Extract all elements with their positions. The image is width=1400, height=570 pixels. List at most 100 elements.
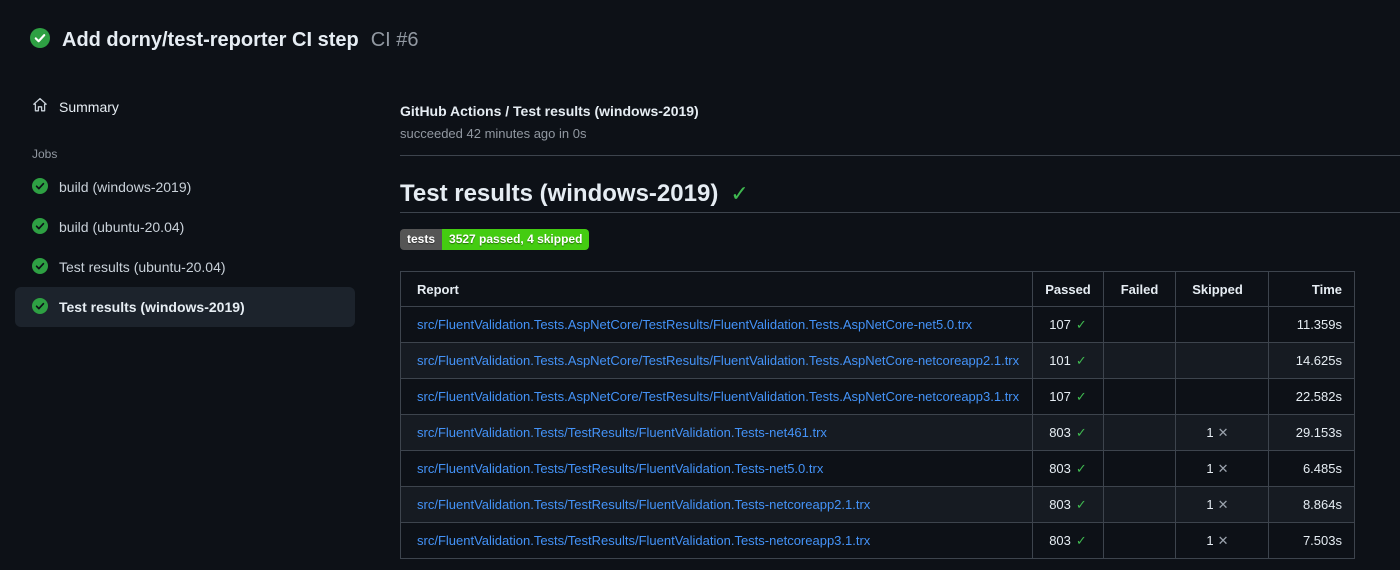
time-cell: 8.864s (1268, 486, 1355, 523)
pass-check-icon: ✓ (1075, 460, 1087, 476)
table-row: src/FluentValidation.Tests.AspNetCore/Te… (400, 306, 1355, 343)
report-cell: src/FluentValidation.Tests/TestResults/F… (400, 450, 1033, 487)
passed-cell: 107 ✓ (1032, 306, 1104, 343)
time-cell: 22.582s (1268, 378, 1355, 415)
report-link[interactable]: src/FluentValidation.Tests.AspNetCore/Te… (417, 353, 1019, 368)
sidebar-summary-label: Summary (59, 98, 119, 115)
failed-cell (1103, 306, 1176, 343)
job-success-icon (32, 217, 48, 237)
heading-check-icon: ✓ (730, 181, 749, 206)
passed-cell: 803 ✓ (1032, 450, 1104, 487)
time-cell: 14.625s (1268, 342, 1355, 379)
column-header-failed: Failed (1103, 271, 1176, 307)
table-row: src/FluentValidation.Tests/TestResults/F… (400, 414, 1355, 451)
pass-check-icon: ✓ (1075, 352, 1087, 368)
failed-cell (1103, 450, 1176, 487)
job-label: build (ubuntu-20.04) (59, 219, 185, 235)
skip-x-icon: ✕ (1217, 424, 1229, 440)
report-cell: src/FluentValidation.Tests.AspNetCore/Te… (400, 342, 1033, 379)
report-cell: src/FluentValidation.Tests.AspNetCore/Te… (400, 306, 1033, 343)
report-link[interactable]: src/FluentValidation.Tests.AspNetCore/Te… (417, 389, 1019, 404)
time-cell: 29.153s (1268, 414, 1355, 451)
report-cell: src/FluentValidation.Tests/TestResults/F… (400, 486, 1033, 523)
results-table-wrap: Report Passed Failed Skipped Time src/Fl… (400, 271, 1355, 559)
check-run-breadcrumb: GitHub Actions / Test results (windows-2… (400, 103, 699, 119)
report-link[interactable]: src/FluentValidation.Tests/TestResults/F… (417, 533, 870, 548)
skipped-cell: 1 ✕ (1175, 486, 1269, 523)
skip-x-icon: ✕ (1217, 460, 1229, 476)
sidebar-job-item[interactable]: build (ubuntu-20.04) (15, 207, 355, 247)
page-heading: Test results (windows-2019) ✓ (400, 180, 749, 208)
table-header-row: Report Passed Failed Skipped Time (400, 271, 1355, 307)
report-cell: src/FluentValidation.Tests/TestResults/F… (400, 522, 1033, 559)
table-row: src/FluentValidation.Tests.AspNetCore/Te… (400, 342, 1355, 379)
pass-check-icon: ✓ (1075, 532, 1087, 548)
job-label: Test results (ubuntu-20.04) (59, 259, 226, 275)
jobs-section-label: Jobs (32, 147, 58, 161)
skip-x-icon: ✕ (1217, 532, 1229, 548)
passed-cell: 803 ✓ (1032, 414, 1104, 451)
report-link[interactable]: src/FluentValidation.Tests/TestResults/F… (417, 497, 870, 512)
run-title: Add dorny/test-reporter CI step (62, 29, 359, 51)
sidebar-job-item[interactable]: build (windows-2019) (15, 167, 355, 207)
time-cell: 11.359s (1268, 306, 1355, 343)
results-table: Report Passed Failed Skipped Time src/Fl… (400, 271, 1355, 559)
tests-badge[interactable]: tests 3527 passed, 4 skipped (400, 229, 590, 250)
pass-check-icon: ✓ (1075, 496, 1087, 512)
pass-check-icon: ✓ (1075, 316, 1087, 332)
failed-cell (1103, 522, 1176, 559)
home-icon (32, 97, 48, 116)
column-header-time: Time (1268, 271, 1355, 307)
pass-check-icon: ✓ (1075, 388, 1087, 404)
report-cell: src/FluentValidation.Tests/TestResults/F… (400, 414, 1033, 451)
passed-cell: 803 ✓ (1032, 522, 1104, 559)
tests-badge-value: 3527 passed, 4 skipped (442, 229, 590, 250)
tests-badge-label: tests (400, 229, 443, 250)
report-link[interactable]: src/FluentValidation.Tests/TestResults/F… (417, 425, 827, 440)
skipped-cell: 1 ✕ (1175, 414, 1269, 451)
job-label: build (windows-2019) (59, 179, 192, 195)
column-header-skipped: Skipped (1175, 271, 1269, 307)
table-row: src/FluentValidation.Tests.AspNetCore/Te… (400, 378, 1355, 415)
job-success-icon (32, 297, 48, 317)
column-header-report: Report (400, 271, 1033, 307)
pass-check-icon: ✓ (1075, 424, 1087, 440)
failed-cell (1103, 414, 1176, 451)
passed-cell: 107 ✓ (1032, 378, 1104, 415)
skipped-cell: 1 ✕ (1175, 522, 1269, 559)
sidebar-job-item[interactable]: Test results (ubuntu-20.04) (15, 247, 355, 287)
passed-cell: 101 ✓ (1032, 342, 1104, 379)
time-cell: 6.485s (1268, 450, 1355, 487)
main-content: GitHub Actions / Test results (windows-2… (400, 0, 1400, 570)
skip-x-icon: ✕ (1217, 496, 1229, 512)
heading-divider (400, 212, 1400, 213)
table-row: src/FluentValidation.Tests/TestResults/F… (400, 486, 1355, 523)
job-success-icon (32, 177, 48, 197)
report-cell: src/FluentValidation.Tests.AspNetCore/Te… (400, 378, 1033, 415)
job-list: build (windows-2019) build (ubuntu-20.04… (15, 167, 355, 327)
failed-cell (1103, 378, 1176, 415)
sidebar-job-item[interactable]: Test results (windows-2019) (15, 287, 355, 327)
sidebar-item-summary[interactable]: Summary (15, 90, 355, 123)
failed-cell (1103, 486, 1176, 523)
skipped-cell (1175, 378, 1269, 415)
header-divider (400, 155, 1400, 156)
failed-cell (1103, 342, 1176, 379)
column-header-passed: Passed (1032, 271, 1104, 307)
run-success-icon (30, 28, 50, 53)
passed-cell: 803 ✓ (1032, 486, 1104, 523)
skipped-cell (1175, 342, 1269, 379)
time-cell: 7.503s (1268, 522, 1355, 559)
job-label: Test results (windows-2019) (59, 299, 245, 315)
table-row: src/FluentValidation.Tests/TestResults/F… (400, 522, 1355, 559)
sidebar: Summary Jobs build (windows-2019) build … (15, 90, 355, 327)
run-status-line: succeeded 42 minutes ago in 0s (400, 126, 587, 141)
report-link[interactable]: src/FluentValidation.Tests.AspNetCore/Te… (417, 317, 972, 332)
job-success-icon (32, 257, 48, 277)
table-row: src/FluentValidation.Tests/TestResults/F… (400, 450, 1355, 487)
run-header: Add dorny/test-reporter CI step CI #6 (30, 28, 419, 53)
skipped-cell (1175, 306, 1269, 343)
page-heading-text: Test results (windows-2019) (400, 180, 719, 207)
report-link[interactable]: src/FluentValidation.Tests/TestResults/F… (417, 461, 823, 476)
skipped-cell: 1 ✕ (1175, 450, 1269, 487)
